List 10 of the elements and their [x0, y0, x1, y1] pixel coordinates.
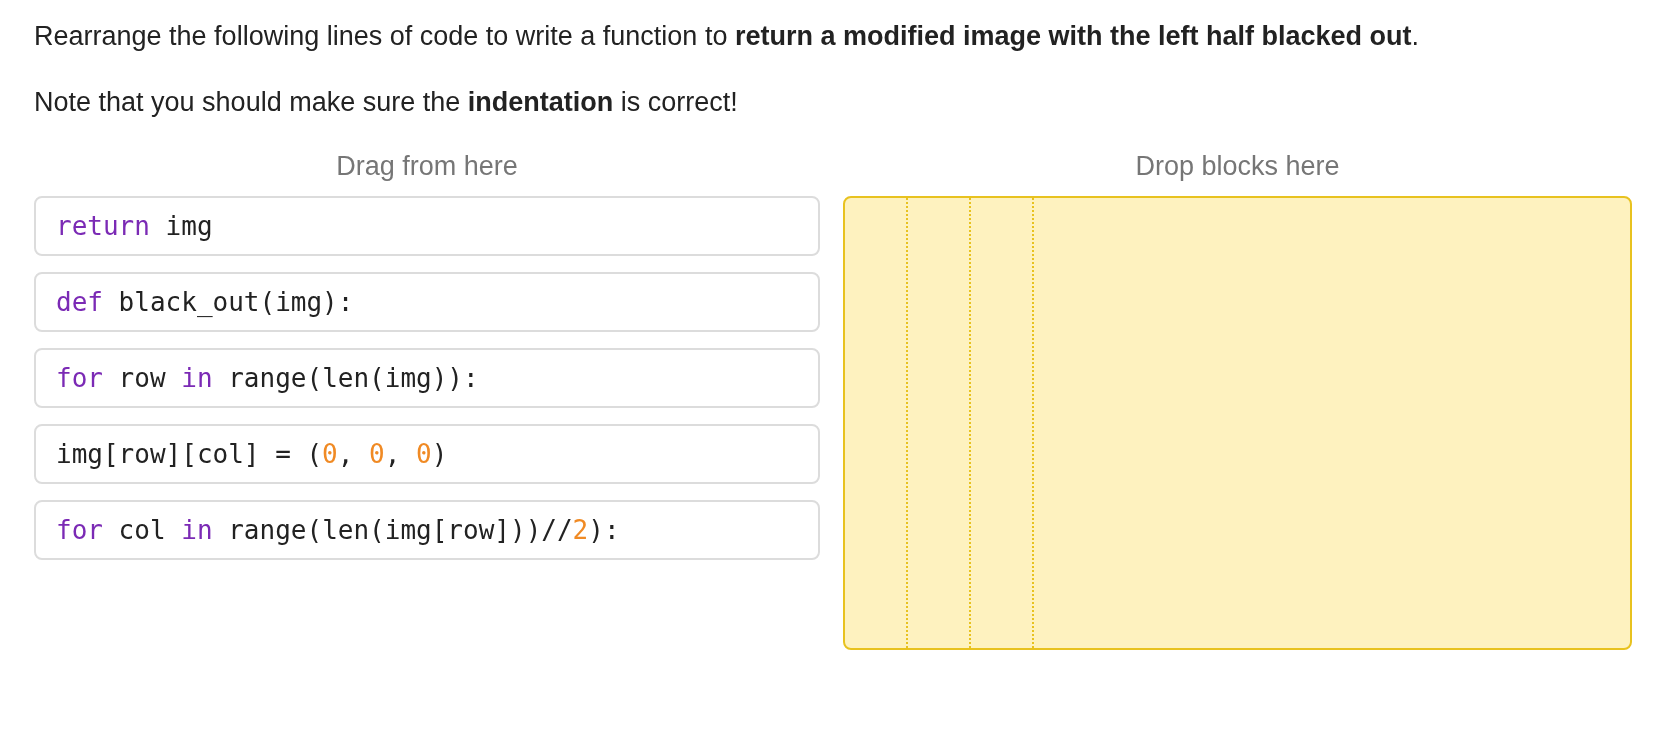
code-block[interactable]: img[row][col] = (0, 0, 0) — [34, 424, 820, 484]
code-block[interactable]: for col in range(len(img[row]))//2): — [34, 500, 820, 560]
drop-area[interactable] — [843, 196, 1632, 650]
code-block[interactable]: def black_out(img): — [34, 272, 820, 332]
source-heading: Drag from here — [335, 150, 519, 182]
instruction-text: Note that you should make sure the indentation is correct! — [34, 86, 739, 119]
target-heading: Drop blocks here — [1134, 150, 1341, 182]
code-block[interactable]: return img — [34, 196, 820, 256]
code-block[interactable]: for row in range(len(img)): — [34, 348, 820, 408]
instruction-text: Rearrange the following lines of code to write a function to return a modified image with the left half blacked out. — [34, 20, 1420, 53]
